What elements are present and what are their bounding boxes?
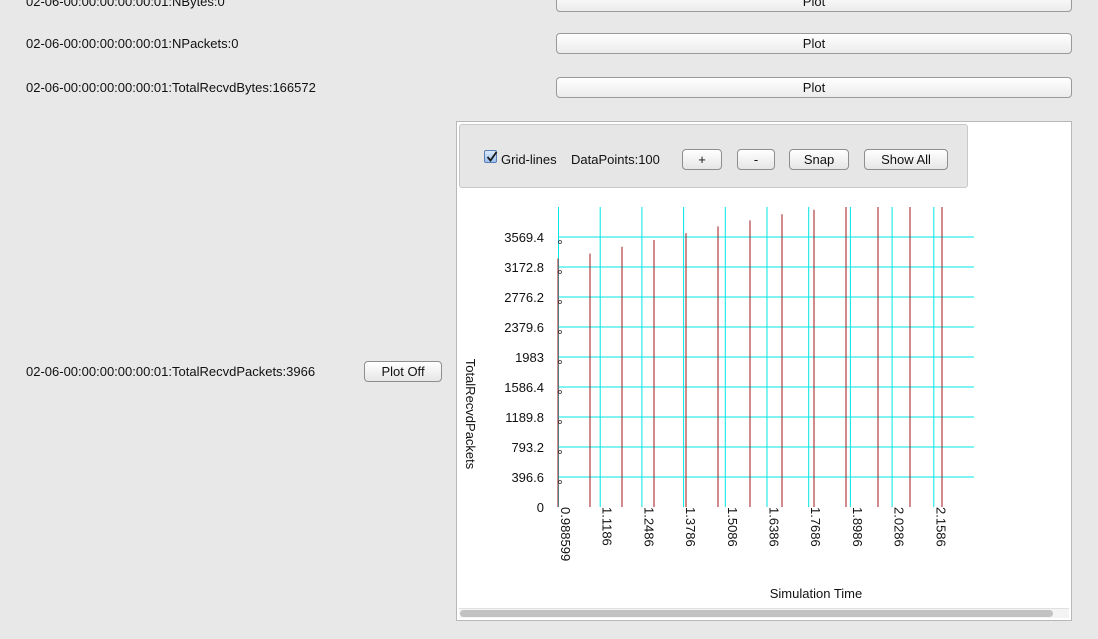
plot-button-nbytes[interactable]: Plot (556, 0, 1072, 12)
snap-button[interactable]: Snap (789, 149, 849, 170)
x-tick-label: 1.7686 (808, 507, 823, 547)
gridlines-label: Grid-lines (501, 152, 557, 167)
x-tick-label: 0.988599 (558, 507, 573, 561)
decrease-datapoints-button[interactable]: - (737, 149, 775, 170)
y-tick-label: 396.6 (511, 470, 544, 485)
gridlines-checkbox[interactable] (484, 150, 498, 163)
metric-label-nbytes: 02-06-00:00:00:00:00:01:NBytes:0 (26, 0, 225, 9)
y-tick-label: 0 (537, 500, 544, 515)
y-tick-label: 1189.8 (505, 410, 544, 425)
checkmark-icon (486, 151, 498, 162)
y-tick-label: 1586.4 (504, 380, 544, 395)
x-tick-label: 1.3786 (683, 507, 698, 547)
plot-toolbar: Grid-lines DataPoints:100 + - Snap Show … (459, 124, 968, 188)
datapoints-label: DataPoints:100 (571, 152, 660, 167)
y-tick-label: 3569.4 (504, 230, 544, 245)
x-tick-label: 2.1586 (933, 507, 948, 547)
increase-datapoints-button[interactable]: + (682, 149, 722, 170)
x-tick-label: 1.1186 (600, 507, 615, 546)
y-tick-label: 2776.2 (504, 290, 544, 305)
plot-button-npackets[interactable]: Plot (556, 33, 1072, 54)
metric-label-totalrecvdbytes: 02-06-00:00:00:00:00:01:TotalRecvdBytes:… (26, 80, 316, 95)
y-tick-label: 3172.8 (504, 260, 544, 275)
y-tick-label: 793.2 (511, 440, 544, 455)
y-axis-title: TotalRecvdPackets (463, 359, 478, 470)
x-tick-label: 2.0286 (892, 507, 907, 547)
x-axis-title: Simulation Time (770, 586, 862, 601)
show-all-button[interactable]: Show All (864, 149, 948, 170)
x-tick-label: 1.6386 (767, 507, 782, 547)
plot-panel: 3569.4 3172.8 2776.2 2379.6 1983 1586.4 1189.8… (456, 121, 1072, 621)
plot-button-totalrecvdbytes[interactable]: Plot (556, 77, 1072, 98)
y-tick-label: 1983 (515, 350, 544, 365)
metric-label-npackets: 02-06-00:00:00:00:00:01:NPackets:0 (26, 36, 239, 51)
plot-off-button[interactable]: Plot Off (364, 361, 442, 382)
x-tick-label: 1.2486 (641, 507, 656, 547)
x-tick-label: 1.8986 (850, 507, 865, 547)
chart: 3569.4 3172.8 2776.2 2379.6 1983 1586.4 1189.8… (463, 207, 974, 601)
x-tick-label: 1.5086 (725, 507, 740, 547)
metric-label-totalrecvdpackets: 02-06-00:00:00:00:00:01:TotalRecvdPacket… (26, 364, 316, 379)
horizontal-scrollbar[interactable] (459, 608, 1069, 618)
scrollbar-thumb[interactable] (460, 610, 1053, 617)
y-tick-label: 2379.6 (504, 320, 544, 335)
